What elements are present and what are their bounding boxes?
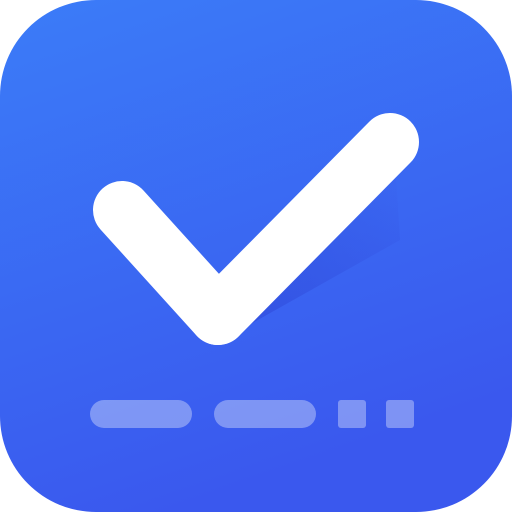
indicator-square <box>338 400 366 428</box>
indicator-pill <box>214 400 316 428</box>
indicator-square <box>386 400 414 428</box>
indicator-pill <box>90 400 192 428</box>
indicator-row <box>90 400 414 428</box>
app-icon[interactable] <box>0 0 512 512</box>
app-icon-graphic <box>0 0 512 512</box>
